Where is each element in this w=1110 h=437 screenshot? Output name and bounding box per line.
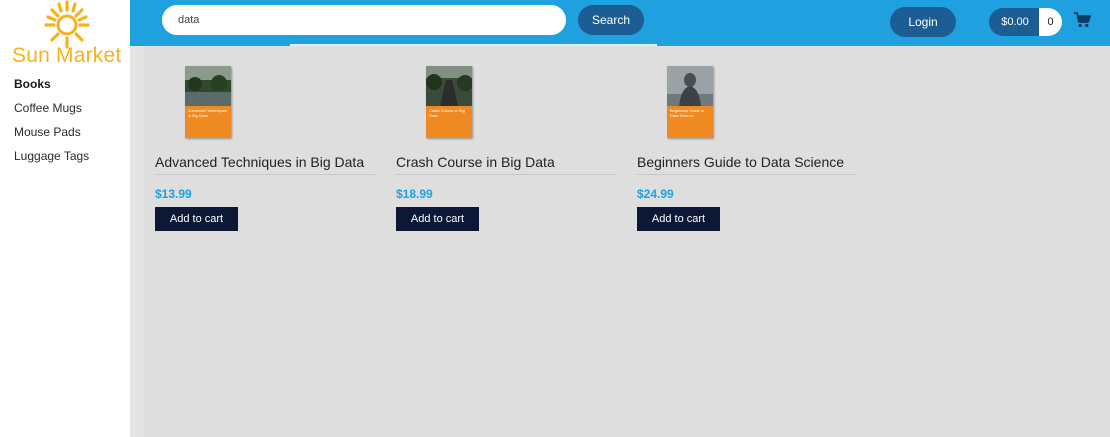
cover-title: Crash Course in Big Data [429, 108, 465, 118]
sidebar-item-books[interactable]: Books [14, 76, 89, 100]
cart-total[interactable]: $0.00 [989, 8, 1041, 36]
title-divider [396, 174, 616, 175]
cover-title: Beginners Guide to Data Science [670, 108, 705, 118]
cover-photo-road [426, 66, 472, 106]
cover-title: Advanced Techniques in Big Data [188, 108, 228, 118]
title-divider [637, 174, 857, 175]
sidebar: Sun Market Books Coffee Mugs Mouse Pads … [0, 0, 130, 437]
main-left-strip [130, 46, 144, 437]
add-to-cart-button[interactable]: Add to cart [637, 207, 720, 231]
sidebar-item-coffee-mugs[interactable]: Coffee Mugs [14, 100, 89, 124]
search-button[interactable]: Search [578, 5, 644, 35]
title-divider [155, 174, 375, 175]
cart-count-badge[interactable]: 0 [1039, 8, 1062, 36]
product-price: $24.99 [637, 187, 674, 201]
product-price: $13.99 [155, 187, 192, 201]
top-bar: Search Login $0.00 0 [130, 0, 1110, 47]
category-nav: Books Coffee Mugs Mouse Pads Luggage Tag… [14, 76, 89, 172]
login-button[interactable]: Login [890, 7, 956, 37]
cover-photo-lake [185, 66, 231, 106]
sidebar-item-luggage-tags[interactable]: Luggage Tags [14, 148, 89, 172]
sun-logo-icon [44, 0, 90, 49]
brand-name: Sun Market [12, 44, 122, 67]
sidebar-item-mouse-pads[interactable]: Mouse Pads [14, 124, 89, 148]
cover-photo-statue [667, 66, 713, 106]
add-to-cart-button[interactable]: Add to cart [155, 207, 238, 231]
product-grid: Advanced Techniques in Big Data Advanced… [130, 46, 1110, 437]
product-price: $18.99 [396, 187, 433, 201]
book-cover[interactable]: Beginners Guide to Data Science [667, 66, 717, 140]
product-title[interactable]: Crash Course in Big Data [396, 154, 555, 170]
add-to-cart-button[interactable]: Add to cart [396, 207, 479, 231]
logo[interactable]: Sun Market [0, 0, 130, 70]
shopping-cart-icon[interactable] [1073, 11, 1091, 29]
product-title[interactable]: Beginners Guide to Data Science [637, 154, 844, 170]
book-cover[interactable]: Crash Course in Big Data [426, 66, 476, 140]
product-title[interactable]: Advanced Techniques in Big Data [155, 154, 364, 170]
book-cover[interactable]: Advanced Techniques in Big Data [185, 66, 235, 140]
search-input[interactable] [162, 5, 566, 35]
